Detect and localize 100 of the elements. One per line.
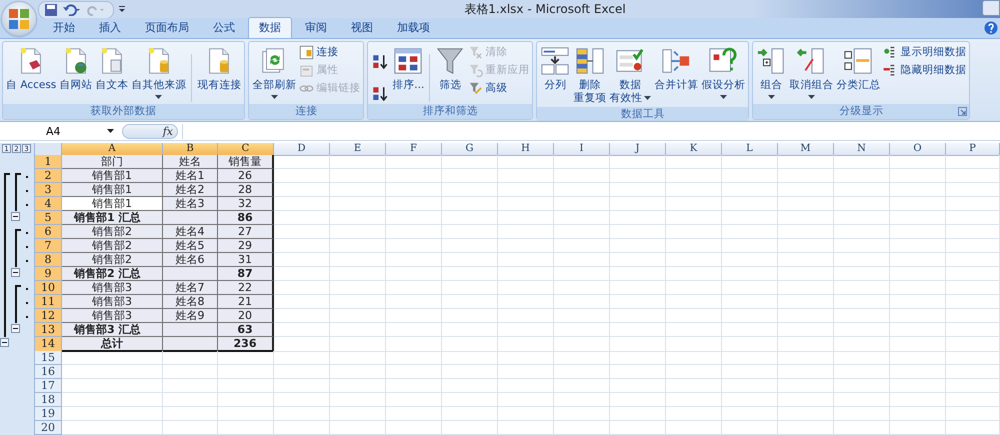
column-header[interactable]: F [386,143,442,156]
ribbon-button[interactable]: 分列 [539,44,572,94]
row-header[interactable]: 9 [35,267,62,281]
column-header[interactable]: B [163,143,218,156]
empty-cell [778,169,834,183]
ribbon-button[interactable]: 组合 [755,44,788,104]
help-icon[interactable] [984,21,998,35]
empty-cell [386,407,442,421]
row-header[interactable]: 20 [35,421,62,435]
column-header[interactable]: K [666,143,722,156]
ribbon-tab[interactable]: 插入 [88,17,132,38]
ribbon-button[interactable]: 排序... [391,44,426,94]
ribbon-tab[interactable]: 开始 [42,17,86,38]
column-header[interactable]: I [554,143,610,156]
row-header[interactable]: 11 [35,295,62,309]
empty-cell [498,421,554,435]
row-header[interactable]: 17 [35,379,62,393]
row-header[interactable]: 16 [35,365,62,379]
row-header[interactable]: 10 [35,281,62,295]
ribbon-button[interactable]: 自网站 [58,44,94,94]
row-header[interactable]: 7 [35,239,62,253]
table-cell: 87 [218,267,274,281]
collapse-button[interactable] [11,212,20,221]
column-header[interactable]: J [610,143,666,156]
row-header[interactable]: 15 [35,351,62,365]
table-cell: 销售部3 [62,295,163,309]
collapse-button[interactable] [11,268,20,277]
row-header[interactable]: 19 [35,407,62,421]
column-header[interactable]: D [274,143,330,156]
ribbon-button[interactable]: 分类汇总 [835,44,882,94]
ribbon-button[interactable]: 隐藏明细数据 [882,62,968,79]
empty-cell [330,253,386,267]
table-cell: 姓名8 [163,295,218,309]
ribbon-button[interactable]: 合并计算 [653,44,700,94]
ribbon-tab[interactable]: 加载项 [386,17,441,38]
row-header[interactable]: 18 [35,393,62,407]
row-header[interactable]: 2 [35,169,62,183]
column-header[interactable]: E [330,143,386,156]
empty-cell [554,169,610,183]
split-columns-icon [540,46,570,76]
ribbon-button[interactable]: 全部刷新 [251,44,298,104]
empty-cell [778,379,834,393]
column-header[interactable]: L [722,143,778,156]
empty-cell [498,337,554,352]
empty-cell [163,365,218,379]
empty-cell [386,281,442,295]
empty-cell [610,267,666,281]
row-header[interactable]: 8 [35,253,62,267]
column-header[interactable]: N [834,143,890,156]
ribbon-tab[interactable]: 页面布局 [134,17,200,38]
insert-function-button[interactable]: fx [122,124,178,139]
ribbon-button[interactable]: 连接 [298,44,362,61]
row-header[interactable]: 12 [35,309,62,323]
ribbon-button[interactable]: 自 Access [5,44,58,94]
empty-cell [834,155,890,169]
save-icon[interactable] [45,4,57,16]
row-header[interactable]: 6 [35,225,62,239]
dialog-launcher-icon[interactable] [958,107,968,116]
ribbon-button[interactable]: 现有连接 [196,44,242,94]
empty-cell [330,351,386,365]
column-header[interactable]: H [498,143,554,156]
ribbon-button[interactable]: 数据 有效性 [608,44,652,107]
column-header[interactable]: C [218,143,274,156]
office-button[interactable] [2,2,36,36]
empty-cell [666,183,722,197]
name-box[interactable]: A4 [0,124,118,139]
empty-cell [498,393,554,407]
row-header[interactable]: 14 [35,337,62,352]
column-header[interactable]: A [62,143,163,156]
row-header[interactable]: 5 [35,211,62,225]
ribbon-button[interactable]: 删除 重复项 [572,44,608,107]
row-header[interactable]: 3 [35,183,62,197]
column-header[interactable]: G [442,143,498,156]
empty-cell [498,197,554,211]
column-header[interactable]: P [946,143,1000,156]
ribbon-tab[interactable]: 审阅 [294,17,338,38]
ribbon-tab[interactable]: 数据 [248,17,292,38]
empty-cell [666,155,722,169]
empty-cell [442,323,498,337]
ribbon-button[interactable]: 自其他来源 [130,44,188,104]
ribbon-tab[interactable]: 视图 [340,17,384,38]
minimize-button[interactable] [982,0,1000,16]
ribbon-button[interactable]: 取消组合 [788,44,834,104]
ribbon-tab[interactable]: 公式 [202,17,246,38]
row-header[interactable]: 13 [35,323,62,337]
empty-cell [890,211,946,225]
ribbon-button[interactable]: 假设分析 [700,44,746,104]
empty-cell [330,239,386,253]
ribbon-button[interactable]: 筛选 [434,44,466,94]
column-header[interactable]: M [778,143,834,156]
row-header[interactable]: 1 [35,155,62,169]
table-cell: 236 [218,337,274,352]
undo-icon[interactable] [63,4,81,16]
ribbon-button[interactable]: 显示明细数据 [882,44,968,61]
ribbon-button[interactable]: 自文本 [94,44,130,94]
row-header[interactable]: 4 [35,197,62,211]
ribbon-button[interactable]: 高级 [467,80,530,97]
empty-cell [330,197,386,211]
customize-caret-icon[interactable] [118,5,126,13]
column-header[interactable]: O [890,143,946,156]
